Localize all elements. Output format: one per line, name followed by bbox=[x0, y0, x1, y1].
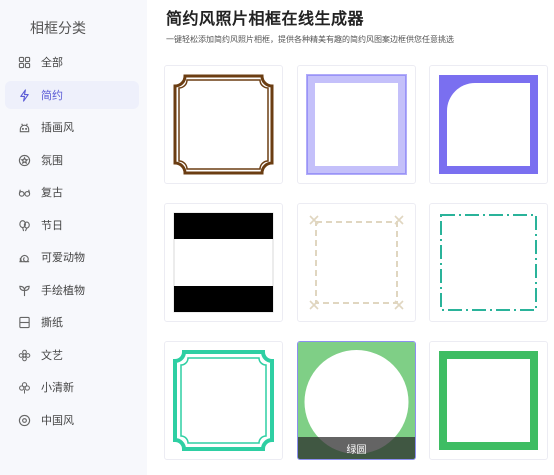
sidebar-title: 相框分类 bbox=[30, 21, 86, 37]
sidebar-item-label: 节日 bbox=[41, 219, 63, 232]
page-subtitle: 一键轻松添加简约风照片相框，提供各种精美有趣的简约风图案边框供您任意挑选 bbox=[166, 35, 454, 44]
sidebar-item-9[interactable]: 文艺 bbox=[5, 341, 139, 369]
sidebar-item-5[interactable]: 节日 bbox=[5, 211, 139, 239]
frame-preview bbox=[439, 351, 538, 450]
sidebar-item-label: 插画风 bbox=[41, 121, 74, 134]
frame-preview bbox=[439, 75, 538, 174]
grid-icon bbox=[17, 55, 31, 69]
sidebar-item-7[interactable]: 手绘植物 bbox=[5, 276, 139, 304]
flower-icon bbox=[17, 348, 31, 362]
sidebar-item-3[interactable]: 氛围 bbox=[5, 146, 139, 174]
sidebar-item-1[interactable]: 简约 bbox=[5, 81, 139, 109]
frame-card-brown-scalloped-frame[interactable] bbox=[164, 65, 283, 184]
frame-card-green-circle-frame[interactable]: 绿圆 bbox=[297, 341, 416, 460]
sidebar-item-2[interactable]: 插画风 bbox=[5, 113, 139, 141]
balloon-icon bbox=[17, 218, 31, 232]
sidebar-item-4[interactable]: 复古 bbox=[5, 178, 139, 206]
clover-icon bbox=[17, 380, 31, 394]
frame-preview bbox=[440, 214, 537, 311]
snail-icon bbox=[17, 250, 31, 264]
page-title: 简约风照片相框在线生成器 bbox=[166, 9, 365, 28]
sidebar-item-label: 手绘植物 bbox=[41, 284, 85, 297]
lightning-icon bbox=[17, 88, 31, 102]
frame-card-beige-dashed-frame[interactable] bbox=[297, 203, 416, 322]
sidebar-item-label: 氛围 bbox=[41, 154, 63, 167]
frame-preview bbox=[309, 215, 404, 310]
frame-card-black-bars-frame[interactable] bbox=[164, 203, 283, 322]
sidebar-item-11[interactable]: 中国风 bbox=[5, 406, 139, 434]
sidebar-item-label: 文艺 bbox=[41, 349, 63, 362]
sidebar-item-0[interactable]: 全部 bbox=[5, 48, 139, 76]
sidebar-item-label: 简约 bbox=[41, 89, 63, 102]
frame-preview bbox=[306, 74, 407, 175]
sidebar-item-label: 撕纸 bbox=[41, 316, 63, 329]
frame-preview bbox=[173, 350, 274, 451]
frame-card-lavender-square-frame[interactable] bbox=[297, 65, 416, 184]
sidebar-item-label: 复古 bbox=[41, 186, 63, 199]
frame-card-mint-scalloped-frame[interactable] bbox=[164, 341, 283, 460]
android-icon bbox=[17, 120, 31, 134]
sidebar-item-label: 可爱动物 bbox=[41, 251, 85, 264]
frame-card-green-square-frame[interactable] bbox=[429, 341, 548, 460]
frame-label: 绿圆 bbox=[298, 437, 415, 459]
frame-preview bbox=[173, 212, 274, 313]
glasses-icon bbox=[17, 185, 31, 199]
frame-preview bbox=[173, 74, 274, 175]
frame-card-purple-rounded-corner-frame[interactable] bbox=[429, 65, 548, 184]
sidebar-item-label: 全部 bbox=[41, 56, 63, 69]
frame-card-teal-dash-dot-frame[interactable] bbox=[429, 203, 548, 322]
sidebar-item-label: 中国风 bbox=[41, 414, 74, 427]
sidebar-item-label: 小清新 bbox=[41, 381, 74, 394]
sprout-icon bbox=[17, 283, 31, 297]
badge-icon bbox=[17, 153, 31, 167]
sidebar: 相框分类 全部简约插画风氛围复古节日可爱动物手绘植物撕纸文艺小清新中国风 bbox=[0, 0, 147, 475]
sidebar-item-10[interactable]: 小清新 bbox=[5, 373, 139, 401]
target-icon bbox=[17, 413, 31, 427]
sidebar-item-8[interactable]: 撕纸 bbox=[5, 308, 139, 336]
paper-icon bbox=[17, 315, 31, 329]
sidebar-item-6[interactable]: 可爱动物 bbox=[5, 243, 139, 271]
